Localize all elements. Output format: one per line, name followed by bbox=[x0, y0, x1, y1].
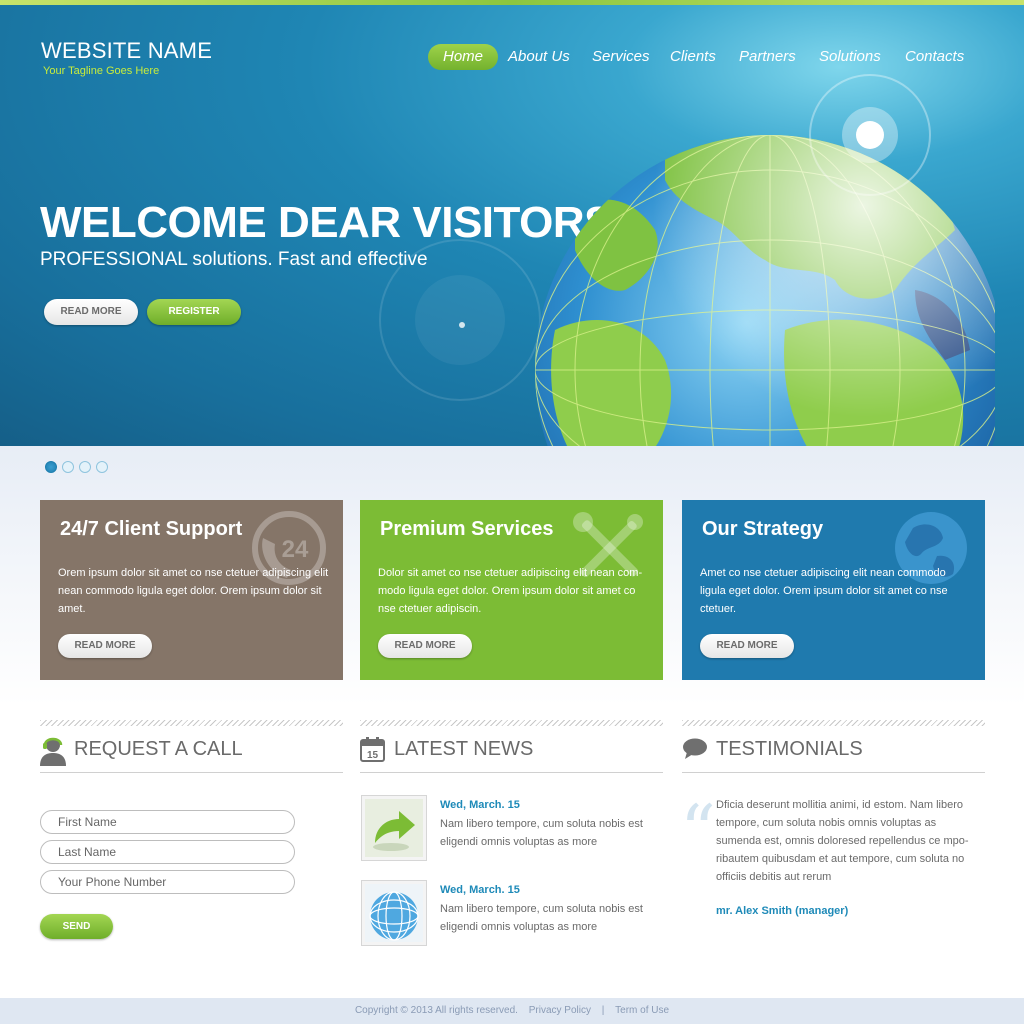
testimonials-title: TESTIMONIALS bbox=[716, 738, 863, 760]
footer: Copyright © 2013 All rights reserved. Pr… bbox=[0, 998, 1024, 1024]
section-rule bbox=[360, 772, 663, 773]
quote-mark-icon: “ bbox=[680, 790, 716, 872]
footer-separator: | bbox=[601, 1005, 605, 1016]
operator-headset-icon bbox=[40, 737, 66, 766]
nav-item-home[interactable]: Home bbox=[428, 44, 498, 70]
slider-dot-3[interactable] bbox=[79, 461, 91, 473]
news-date: Wed, March. 15 bbox=[440, 884, 520, 896]
calendar-icon: 15 bbox=[360, 737, 385, 762]
feature-box-support: 24 24/7 Client Support Orem ipsum dolor … bbox=[40, 500, 343, 680]
feature-box-strategy: Our Strategy Amet co nse ctetuer adipisc… bbox=[682, 500, 985, 680]
section-divider-hatch bbox=[40, 720, 343, 726]
send-button[interactable]: SEND bbox=[40, 914, 113, 939]
hero-read-more-button[interactable]: READ MORE bbox=[44, 299, 138, 325]
terms-of-use-link[interactable]: Term of Use bbox=[615, 1005, 669, 1016]
feature-read-more-button[interactable]: READ MORE bbox=[378, 634, 472, 658]
arrow-thumb-icon bbox=[365, 799, 423, 857]
site-logo-name[interactable]: WEBSITE NAME bbox=[41, 38, 212, 64]
privacy-policy-link[interactable]: Privacy Policy bbox=[529, 1005, 591, 1016]
latest-news-title: LATEST NEWS bbox=[394, 738, 534, 760]
svg-text:24: 24 bbox=[282, 536, 309, 563]
hero-banner: WEBSITE NAME Your Tagline Goes Here Home… bbox=[0, 0, 1024, 446]
section-rule bbox=[682, 772, 985, 773]
feature-title: Premium Services bbox=[380, 518, 554, 540]
section-divider-hatch bbox=[360, 720, 663, 726]
news-date: Wed, March. 15 bbox=[440, 799, 520, 811]
feature-read-more-button[interactable]: READ MORE bbox=[700, 634, 794, 658]
news-text: Nam libero tempore, cum soluta nobis est… bbox=[440, 818, 643, 848]
news-thumbnail[interactable] bbox=[361, 795, 427, 861]
slider-dot-1[interactable] bbox=[45, 461, 57, 473]
feature-read-more-button[interactable]: READ MORE bbox=[58, 634, 152, 658]
hero-register-button[interactable]: REGISTER bbox=[147, 299, 241, 325]
section-divider-hatch bbox=[682, 720, 985, 726]
first-name-field[interactable] bbox=[40, 810, 295, 834]
earth-globe-illustration bbox=[535, 74, 995, 446]
site-tagline: Your Tagline Goes Here bbox=[43, 65, 160, 77]
testimonial-author: mr. Alex Smith (manager) bbox=[716, 905, 849, 917]
feature-text: Dolor sit amet co nse ctetuer adipiscing… bbox=[378, 567, 643, 615]
footer-copyright: Copyright © 2013 All rights reserved. bbox=[354, 1005, 518, 1016]
globe-thumb-icon bbox=[365, 884, 423, 942]
news-thumbnail[interactable] bbox=[361, 880, 427, 946]
news-text: Nam libero tempore, cum soluta nobis est… bbox=[440, 903, 643, 933]
feature-title: Our Strategy bbox=[702, 518, 824, 540]
section-rule bbox=[40, 772, 343, 773]
feature-box-premium: Premium Services Dolor sit amet co nse c… bbox=[360, 500, 663, 680]
slider-dot-4[interactable] bbox=[96, 461, 108, 473]
request-call-title: REQUEST A CALL bbox=[74, 738, 243, 760]
testimonial-text: Dficia deserunt mollitia animi, id estom… bbox=[716, 799, 969, 883]
speech-bubble-icon bbox=[683, 738, 707, 759]
calendar-day-number: 15 bbox=[367, 750, 379, 761]
feature-text: Orem ipsum dolor sit amet co nse ctetuer… bbox=[58, 567, 329, 615]
top-accent-line bbox=[0, 0, 1024, 5]
feature-text: Amet co nse ctetuer adipiscing elit nean… bbox=[700, 567, 948, 615]
last-name-field[interactable] bbox=[40, 840, 295, 864]
phone-number-field[interactable] bbox=[40, 870, 295, 894]
slider-dot-2[interactable] bbox=[62, 461, 74, 473]
feature-title: 24/7 Client Support bbox=[60, 518, 243, 540]
